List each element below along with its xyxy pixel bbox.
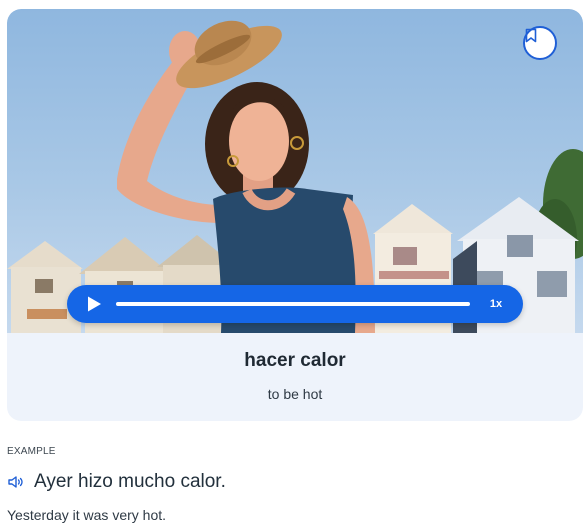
audio-player: 1x: [67, 285, 523, 323]
audio-progress-track[interactable]: [116, 302, 470, 306]
play-icon[interactable]: [85, 295, 103, 313]
flashcard-word: hacer calor: [244, 350, 346, 371]
flashcard: 1x hacer calor to be hot: [7, 9, 583, 421]
bookmark-icon: [525, 28, 537, 43]
example-label: EXAMPLE: [7, 446, 56, 457]
flashcard-translation: to be hot: [267, 386, 323, 402]
example-sentence: Ayer hizo mucho calor.: [34, 471, 226, 492]
playback-speed-button[interactable]: 1x: [481, 295, 511, 313]
example-sentence-row: Ayer hizo mucho calor.: [7, 470, 226, 494]
speaker-icon[interactable]: [7, 473, 25, 491]
bookmark-button[interactable]: [523, 26, 557, 60]
example-translation: Yesterday it was very hot.: [7, 507, 167, 523]
